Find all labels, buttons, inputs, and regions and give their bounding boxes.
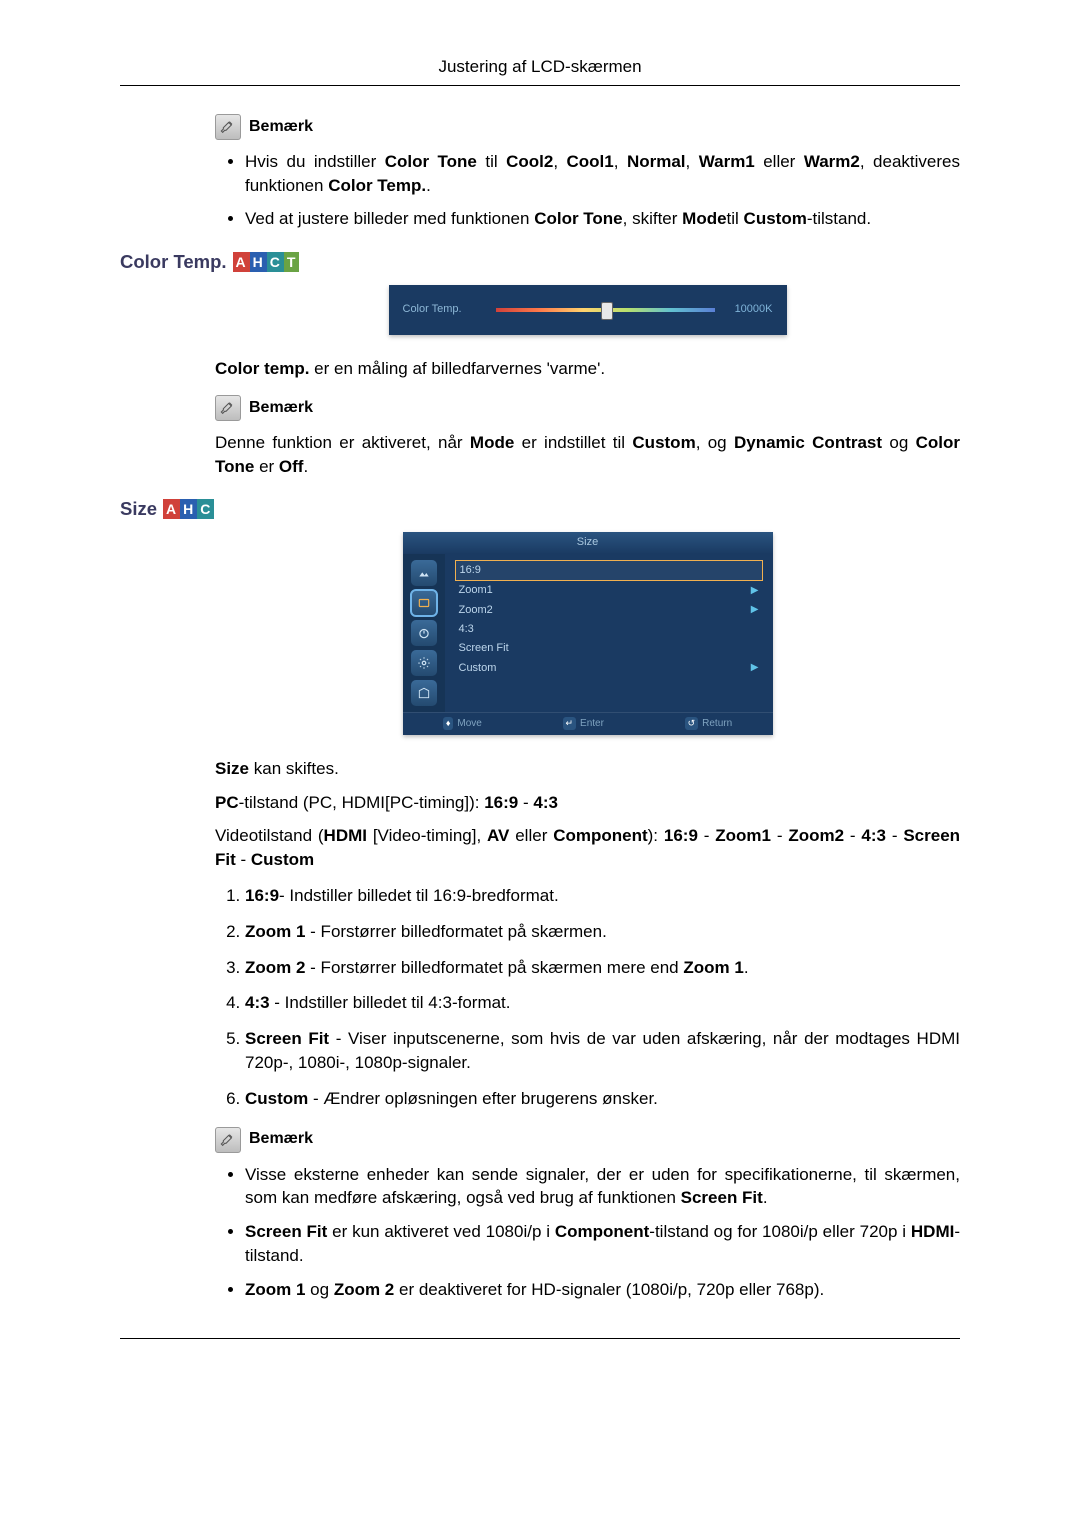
size-list-item: 16:9- Indstiller billedet til 16:9-bredf… <box>245 884 960 908</box>
size-list-item: Screen Fit - Viser inputscenerne, som hv… <box>245 1027 960 1075</box>
size-option-custom[interactable]: Custom▶ <box>455 659 763 678</box>
color-temp-desc: Color temp. er en måling af billedfarver… <box>215 357 960 381</box>
note1-item: Hvis du indstiller Color Tone til Cool2,… <box>245 150 960 198</box>
size-p1: Size kan skiftes. <box>215 757 960 781</box>
size-list-item: 4:3 - Indstiller billedet til 4:3-format… <box>245 991 960 1015</box>
ct-panel-value: 10000K <box>723 302 773 317</box>
size-p2: PC-tilstand (PC, HDMI[PC-timing]): 16:9 … <box>215 791 960 815</box>
mode-c-tag: C <box>197 499 214 519</box>
mode-tags-size: AHC <box>163 499 214 519</box>
content-area: Bemærk Hvis du indstiller Color Tone til… <box>120 114 960 1302</box>
note-row-1: Bemærk <box>215 114 960 140</box>
timer-icon[interactable] <box>411 620 437 646</box>
ct-panel-label: Color Temp. <box>403 302 488 317</box>
section-heading: Size <box>120 496 157 522</box>
size-list-item: Zoom 1 - Forstørrer billedformatet på sk… <box>245 920 960 944</box>
mode-c-tag: C <box>267 252 284 272</box>
ct-slider-thumb[interactable] <box>601 302 613 320</box>
color-temp-panel: Color Temp. 10000K <box>389 285 787 335</box>
notes2-list: Visse eksterne enheder kan sende signale… <box>215 1163 960 1302</box>
size-option-zoom2[interactable]: Zoom2▶ <box>455 601 763 620</box>
settings-icon[interactable] <box>411 650 437 676</box>
size-p3: Videotilstand (HDMI [Video-timing], AV e… <box>215 824 960 872</box>
note2-item: Screen Fit er kun aktiveret ved 1080i/p … <box>245 1220 960 1268</box>
note1-item: Ved at justere billeder med funktionen C… <box>245 207 960 231</box>
page-title: Justering af LCD-skærmen <box>438 57 641 76</box>
footer-rule <box>120 1338 960 1339</box>
mode-t-tag: T <box>284 252 300 272</box>
section-size: Size AHC <box>120 496 960 522</box>
note2-item: Zoom 1 og Zoom 2 er deaktiveret for HD-s… <box>245 1278 960 1302</box>
notes1-list: Hvis du indstiller Color Tone til Cool2,… <box>215 150 960 231</box>
note-label: Bemærk <box>249 116 313 138</box>
size-options-list: 16:9 Zoom1▶ Zoom2▶ 4:3 Screen Fit Custom… <box>445 554 773 712</box>
note-icon <box>215 114 241 140</box>
note-icon <box>215 1127 241 1153</box>
arrow-right-icon: ▶ <box>751 603 759 617</box>
size-numbered-list: 16:9- Indstiller billedet til 16:9-bredf… <box>215 884 960 1111</box>
page-header: Justering af LCD-skærmen <box>120 55 960 86</box>
size-panel-footer: ♦Move ↵Enter ↺Return <box>403 712 773 735</box>
section-color-temp: Color Temp. AHCT <box>120 249 960 275</box>
note-label: Bemærk <box>249 1128 313 1150</box>
arrow-right-icon: ▶ <box>751 584 759 598</box>
mode-a-tag: A <box>163 499 180 519</box>
footer-return: Return <box>702 717 732 731</box>
input-icon[interactable] <box>411 680 437 706</box>
mode-tags-color-temp: AHCT <box>233 252 300 272</box>
note-icon <box>215 395 241 421</box>
size-option-16-9[interactable]: 16:9 <box>455 560 763 581</box>
ct-slider-track[interactable] <box>496 308 715 312</box>
footer-move: Move <box>457 717 481 731</box>
note-row-3: Bemærk <box>215 1127 960 1153</box>
size-icon-column <box>403 554 445 712</box>
size-list-item: Custom - Ændrer opløsningen efter bruger… <box>245 1087 960 1111</box>
note-row-2: Bemærk <box>215 395 960 421</box>
footer-enter: Enter <box>580 717 604 731</box>
size-option-4-3[interactable]: 4:3 <box>455 620 763 639</box>
arrow-right-icon: ▶ <box>751 661 759 675</box>
section-heading: Color Temp. <box>120 249 227 275</box>
size-panel-wrap: Size 16:9 Zoom1▶ Zoom2▶ 4:3 Scree <box>215 532 960 734</box>
color-temp-panel-wrap: Color Temp. 10000K <box>215 285 960 335</box>
size-list-item: Zoom 2 - Forstørrer billedformatet på sk… <box>245 956 960 980</box>
picture-mode-icon[interactable] <box>411 560 437 586</box>
mode-h-tag: H <box>250 252 267 272</box>
size-panel-title: Size <box>403 532 773 553</box>
size-option-zoom1[interactable]: Zoom1▶ <box>455 581 763 600</box>
size-option-screen-fit[interactable]: Screen Fit <box>455 639 763 658</box>
size-tab-icon[interactable] <box>411 590 437 616</box>
mode-a-tag: A <box>233 252 250 272</box>
size-panel: Size 16:9 Zoom1▶ Zoom2▶ 4:3 Scree <box>403 532 773 734</box>
note-label: Bemærk <box>249 397 313 419</box>
color-temp-note: Denne funktion er aktiveret, når Mode er… <box>215 431 960 479</box>
note2-item: Visse eksterne enheder kan sende signale… <box>245 1163 960 1211</box>
mode-h-tag: H <box>180 499 197 519</box>
